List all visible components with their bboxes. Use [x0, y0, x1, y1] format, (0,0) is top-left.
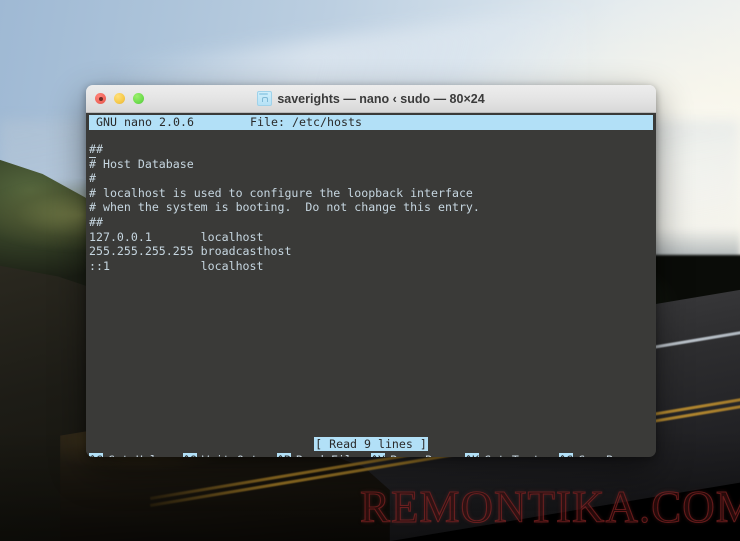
nano-shortcut-key: ^Y	[371, 453, 385, 457]
nano-status-text: [ Read 9 lines ]	[314, 437, 428, 451]
nano-header-bar: GNU nano 2.0.6 File: /etc/hosts	[89, 115, 653, 130]
nano-shortcut-key: ^R	[277, 453, 291, 457]
nano-shortcut-key: ^O	[183, 453, 197, 457]
text-cursor: #	[89, 142, 96, 158]
terminal-window[interactable]: saverights — nano ‹ sudo — 80×24 GNU nan…	[86, 85, 656, 457]
nano-shortcut-writeout[interactable]: ^OWriteOut	[183, 453, 277, 457]
window-title-group: saverights — nano ‹ sudo — 80×24	[86, 91, 656, 106]
nano-shortcut-get-help[interactable]: ^GGet Help	[89, 453, 183, 457]
nano-content-line: ##	[89, 142, 649, 158]
nano-shortcut-key: ^C	[559, 453, 573, 457]
terminal-body[interactable]: GNU nano 2.0.6 File: /etc/hosts ## # Host…	[86, 113, 656, 457]
nano-shortcut-label: Read File	[291, 453, 359, 457]
nano-shortcut-cur-pos[interactable]: ^CCur Pos	[559, 453, 653, 457]
window-titlebar[interactable]: saverights — nano ‹ sudo — 80×24	[86, 85, 656, 113]
nano-status-message: [ Read 9 lines ]	[86, 437, 656, 452]
nano-content-line: 127.0.0.1 localhost	[89, 229, 264, 244]
nano-content-line: # Host Database	[89, 156, 194, 171]
nano-file-content[interactable]: ## # Host Database # # localhost is used to…	[89, 142, 649, 273]
close-button[interactable]	[95, 93, 106, 104]
nano-shortcut-label: Get Help	[103, 453, 164, 457]
nano-shortcut-label: Cut Text	[479, 453, 540, 457]
nano-shortcut-label: Prev Page	[385, 453, 453, 457]
window-title: saverights — nano ‹ sudo — 80×24	[277, 91, 485, 106]
nano-shortcut-label: Cur Pos	[573, 453, 627, 457]
nano-shortcut-bar: ^GGet Help^OWriteOut^RRead File^YPrev Pa…	[89, 453, 653, 457]
nano-content-line: # localhost is used to configure the loo…	[89, 185, 473, 200]
nano-content-line: ##	[89, 214, 103, 229]
nano-shortcut-key: ^K	[465, 453, 479, 457]
nano-content-line: #	[89, 171, 96, 186]
nano-shortcut-key: ^G	[89, 453, 103, 457]
nano-shortcut-label: WriteOut	[197, 453, 258, 457]
nano-shortcut-cut-text[interactable]: ^KCut Text	[465, 453, 559, 457]
nano-content-line: 255.255.255.255 broadcasthost	[89, 244, 292, 259]
nano-content-line: ::1 localhost	[89, 258, 264, 273]
nano-content-line-text: #	[95, 142, 103, 156]
folder-icon	[257, 91, 273, 106]
nano-content-line: # when the system is booting. Do not cha…	[89, 200, 480, 215]
window-controls	[95, 93, 144, 104]
maximize-button[interactable]	[133, 93, 144, 104]
nano-shortcut-prev-page[interactable]: ^YPrev Page	[371, 453, 465, 457]
minimize-button[interactable]	[114, 93, 125, 104]
nano-shortcut-read-file[interactable]: ^RRead File	[277, 453, 371, 457]
